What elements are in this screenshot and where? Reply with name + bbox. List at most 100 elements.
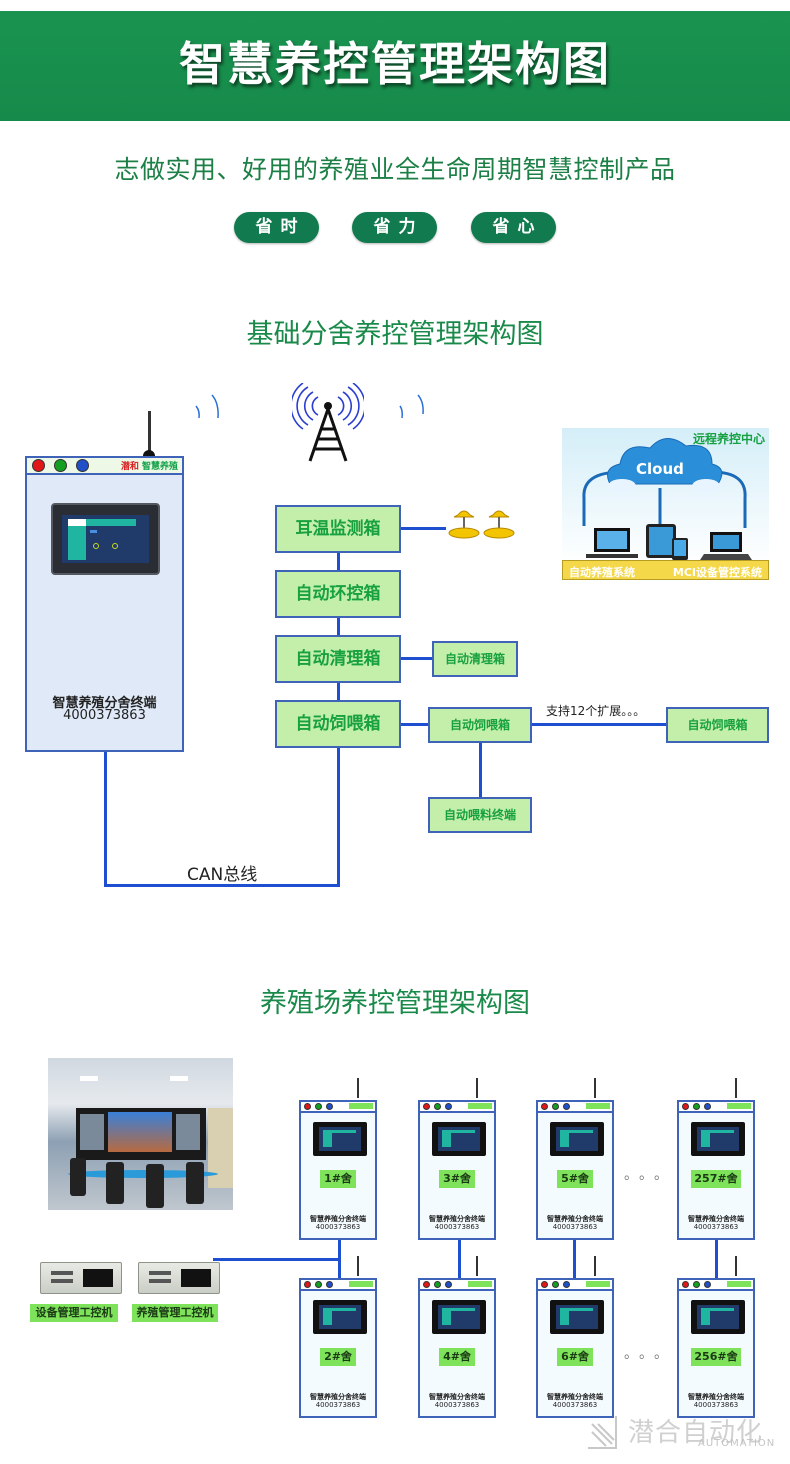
control-room-photo bbox=[48, 1058, 233, 1210]
antenna-icon bbox=[476, 1078, 478, 1098]
watermark: 潜合自动化 AUTOMATION bbox=[586, 1412, 786, 1452]
shed-number-tag: 256#舍 bbox=[691, 1348, 741, 1366]
cleaning-sub-box: 自动清理箱 bbox=[432, 641, 518, 677]
terminal-number: 4000373863 bbox=[693, 1223, 739, 1231]
cleaning-box: 自动清理箱 bbox=[275, 635, 401, 683]
top-shed-terminal: 1#舍 智慧养殖分舍终端 4000373863 bbox=[299, 1100, 377, 1240]
climate-control-box: 自动环控箱 bbox=[275, 570, 401, 618]
terminal-number: 4000373863 bbox=[552, 1223, 598, 1231]
green-led-icon bbox=[693, 1281, 700, 1288]
can-bus-line bbox=[104, 752, 107, 887]
blue-led-icon bbox=[445, 1281, 452, 1288]
radio-tower-icon bbox=[292, 383, 364, 462]
top-shed-terminal: 5#舍 智慧养殖分舍终端 4000373863 bbox=[536, 1100, 614, 1240]
slogan: 志做实用、好用的养殖业全生命周期智慧控制产品 bbox=[114, 155, 676, 184]
red-led-icon bbox=[541, 1281, 548, 1288]
touch-screen bbox=[313, 1300, 367, 1334]
terminal-number: 4000373863 bbox=[63, 708, 146, 723]
terminal-number: 4000373863 bbox=[434, 1223, 480, 1231]
bottom-shed-terminal: 6#舍 智慧养殖分舍终端 4000373863 bbox=[536, 1278, 614, 1418]
touch-screen bbox=[432, 1300, 486, 1334]
terminal-number: 4000373863 bbox=[693, 1401, 739, 1409]
terminal-header bbox=[538, 1102, 612, 1113]
device-ipc-label: 设备管理工控机 bbox=[30, 1304, 118, 1322]
shed-number-tag: 3#舍 bbox=[439, 1170, 475, 1188]
shed-number-tag: 2#舍 bbox=[320, 1348, 356, 1366]
terminal-header bbox=[538, 1280, 612, 1291]
connector-line bbox=[401, 723, 429, 726]
watermark-subtext: AUTOMATION bbox=[698, 1438, 776, 1449]
connector-line bbox=[532, 723, 668, 726]
brand-logo bbox=[727, 1103, 751, 1109]
red-led-icon bbox=[682, 1103, 689, 1110]
expansion-note: 支持12个扩展。。。 bbox=[546, 704, 646, 718]
antenna-icon bbox=[357, 1078, 359, 1098]
red-led-icon bbox=[682, 1281, 689, 1288]
top-shed-terminal: 257#舍 智慧养殖分舍终端 4000373863 bbox=[677, 1100, 755, 1240]
brand-logo bbox=[468, 1281, 492, 1287]
terminal-header bbox=[679, 1280, 753, 1291]
blue-led-icon bbox=[326, 1103, 333, 1110]
feeder-ext-box: 自动饲喂箱 bbox=[666, 707, 769, 743]
top-shed-terminal: 3#舍 智慧养殖分舍终端 4000373863 bbox=[418, 1100, 496, 1240]
ear-temp-box: 耳温监测箱 bbox=[275, 505, 401, 553]
screen-display bbox=[62, 515, 149, 563]
auto-farming-system: 自动养殖系统 bbox=[569, 566, 635, 579]
network-line bbox=[458, 1240, 461, 1280]
antenna-icon bbox=[148, 411, 151, 451]
shed-number-tag: 4#舍 bbox=[439, 1348, 475, 1366]
touch-screen bbox=[691, 1122, 745, 1156]
brand-logo bbox=[586, 1281, 610, 1287]
green-led-icon bbox=[54, 459, 67, 472]
terminal-header bbox=[301, 1280, 375, 1291]
touch-screen bbox=[691, 1300, 745, 1334]
touch-screen bbox=[313, 1122, 367, 1156]
red-led-icon bbox=[423, 1103, 430, 1110]
system-bar: 自动养殖系统 MCI设备管控系统 bbox=[562, 560, 769, 580]
antenna-icon bbox=[735, 1078, 737, 1098]
blue-led-icon bbox=[704, 1281, 711, 1288]
shed-number-tag: 257#舍 bbox=[691, 1170, 741, 1188]
touch-screen bbox=[432, 1122, 486, 1156]
cloud-label: Cloud bbox=[636, 460, 684, 478]
watermark-logo-icon bbox=[588, 1416, 617, 1449]
red-led-icon bbox=[423, 1281, 430, 1288]
touch-screen bbox=[550, 1122, 604, 1156]
farming-ipc-label: 养殖管理工控机 bbox=[132, 1304, 218, 1322]
blue-led-icon bbox=[76, 459, 89, 472]
pill-save-time: 省时 bbox=[234, 212, 319, 243]
ear-tag-sensors-icon bbox=[448, 510, 515, 539]
signal-waves-icon bbox=[399, 394, 424, 419]
terminal-header bbox=[420, 1102, 494, 1113]
brand-logo bbox=[349, 1281, 373, 1287]
farming-ipc-icon bbox=[138, 1262, 220, 1294]
terminal-header bbox=[420, 1280, 494, 1291]
shed-number-tag: 5#舍 bbox=[557, 1170, 593, 1188]
touch-screen bbox=[550, 1300, 604, 1334]
green-led-icon bbox=[434, 1281, 441, 1288]
network-line bbox=[573, 1240, 576, 1280]
terminal-header: 潜和 智慧养殖 bbox=[27, 458, 182, 475]
brand-logo: 潜和 智慧养殖 bbox=[120, 462, 178, 472]
feeder-sub-box: 自动饲喂箱 bbox=[428, 707, 532, 743]
basic-section-title: 基础分舍养控管理架构图 bbox=[246, 319, 544, 350]
red-led-icon bbox=[304, 1103, 311, 1110]
bottom-shed-terminal: 256#舍 智慧养殖分舍终端 4000373863 bbox=[677, 1278, 755, 1418]
shed-number-tag: 6#舍 bbox=[557, 1348, 593, 1366]
antenna-icon bbox=[357, 1256, 359, 1276]
connector-line bbox=[479, 743, 482, 798]
can-bus-label: CAN总线 bbox=[187, 865, 258, 885]
feed-terminal-box: 自动喂料终端 bbox=[428, 797, 532, 833]
pill-save-worry: 省心 bbox=[471, 212, 556, 243]
bottom-shed-terminal: 4#舍 智慧养殖分舍终端 4000373863 bbox=[418, 1278, 496, 1418]
brand-logo bbox=[727, 1281, 751, 1287]
shed-terminal: 潜和 智慧养殖 智慧养殖分舍终端 4000373863 bbox=[25, 456, 184, 752]
red-led-icon bbox=[32, 459, 45, 472]
remote-control-center: 远程养控中心 Cloud 自动养殖系统 MCI设备管控系统 bbox=[562, 428, 769, 580]
antenna-icon bbox=[476, 1256, 478, 1276]
green-led-icon bbox=[693, 1103, 700, 1110]
feeding-box: 自动饲喂箱 bbox=[275, 700, 401, 748]
blue-led-icon bbox=[326, 1281, 333, 1288]
ellipsis-top: 。。。 bbox=[624, 1167, 676, 1183]
cloud-network-icon: Cloud bbox=[582, 438, 752, 560]
